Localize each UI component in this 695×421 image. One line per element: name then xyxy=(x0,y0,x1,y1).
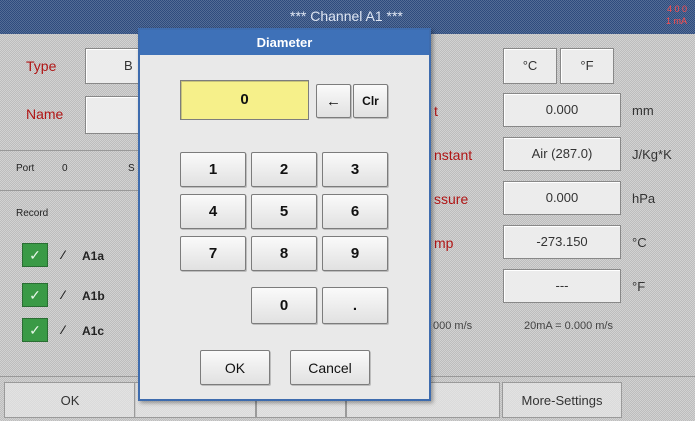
row-label-3: ssure xyxy=(434,191,469,207)
channel-a1b-checkbox[interactable]: ✓ xyxy=(22,283,48,307)
dialog-cancel-button[interactable]: Cancel xyxy=(290,350,370,385)
ok-bottom-button[interactable]: OK xyxy=(4,382,136,418)
diameter-value-field[interactable]: 0.000 xyxy=(503,93,621,127)
unit-celsius-button[interactable]: °C xyxy=(503,48,557,84)
key-3[interactable]: 3 xyxy=(322,152,388,187)
key-2[interactable]: 2 xyxy=(251,152,317,187)
numeric-display[interactable]: 0 xyxy=(180,80,309,120)
port-extra: S xyxy=(128,163,135,174)
channel-a1c-label: A1c xyxy=(82,324,105,338)
key-decimal[interactable]: . xyxy=(322,287,388,324)
name-field[interactable] xyxy=(85,96,140,134)
row-unit-1: mm xyxy=(632,103,654,118)
temperature-field[interactable]: -273.150 xyxy=(503,225,621,259)
key-5[interactable]: 5 xyxy=(251,194,317,229)
channel-a1c-checkbox[interactable]: ✓ xyxy=(22,318,48,342)
key-0[interactable]: 0 xyxy=(251,287,317,324)
key-8[interactable]: 8 xyxy=(251,236,317,271)
unit-fahrenheit-button[interactable]: °F xyxy=(560,48,614,84)
dialog-ok-button[interactable]: OK xyxy=(200,350,270,385)
key-6[interactable]: 6 xyxy=(322,194,388,229)
window-title: *** Channel A1 *** xyxy=(290,8,403,24)
type-label: Type xyxy=(26,58,57,74)
record-label: Record xyxy=(16,208,49,219)
ma-high-text: 20mA = 0.000 m/s xyxy=(524,320,613,332)
port-label: Port xyxy=(16,163,35,174)
key-4[interactable]: 4 xyxy=(180,194,246,229)
key-7[interactable]: 7 xyxy=(180,236,246,271)
diameter-dialog: Diameter 0 ← Clr 1 2 3 4 5 6 7 8 9 0 . O… xyxy=(138,28,431,401)
status-indicator: 4 0 0 1 mA xyxy=(665,4,687,26)
divider xyxy=(0,190,140,191)
port-value: 0 xyxy=(62,163,68,174)
pressure-field[interactable]: 0.000 xyxy=(503,181,621,215)
backspace-button[interactable]: ← xyxy=(316,84,351,118)
clear-button[interactable]: Clr xyxy=(353,84,388,118)
row-unit-2: J/Kg*K xyxy=(632,147,672,162)
row-label-4: mp xyxy=(434,235,454,251)
channel-a1b-label: A1b xyxy=(82,289,105,303)
more-settings-button[interactable]: More-Settings xyxy=(502,382,622,418)
row-unit-4: °C xyxy=(632,235,647,250)
channel-a1c-icon: ⁄ xyxy=(62,323,65,337)
dialog-title: Diameter xyxy=(140,30,429,55)
channel-a1a-label: A1a xyxy=(82,249,105,263)
key-9[interactable]: 9 xyxy=(322,236,388,271)
channel-a1a-checkbox[interactable]: ✓ xyxy=(22,243,48,267)
row-unit-3: hPa xyxy=(632,191,656,206)
divider xyxy=(0,150,140,151)
ma-low-text: 000 m/s xyxy=(433,320,473,332)
gas-constant-field[interactable]: Air (287.0) xyxy=(503,137,621,171)
row-unit-5: °F xyxy=(632,279,646,294)
channel-a1a-icon: ⁄ xyxy=(62,248,65,262)
name-label: Name xyxy=(26,106,64,122)
row-label-2: nstant xyxy=(434,147,473,163)
key-1[interactable]: 1 xyxy=(180,152,246,187)
row-label-1: t xyxy=(434,103,438,119)
type-field[interactable]: B xyxy=(85,48,140,84)
temperature-f-field[interactable]: --- xyxy=(503,269,621,303)
channel-a1b-icon: ⁄ xyxy=(62,288,65,302)
